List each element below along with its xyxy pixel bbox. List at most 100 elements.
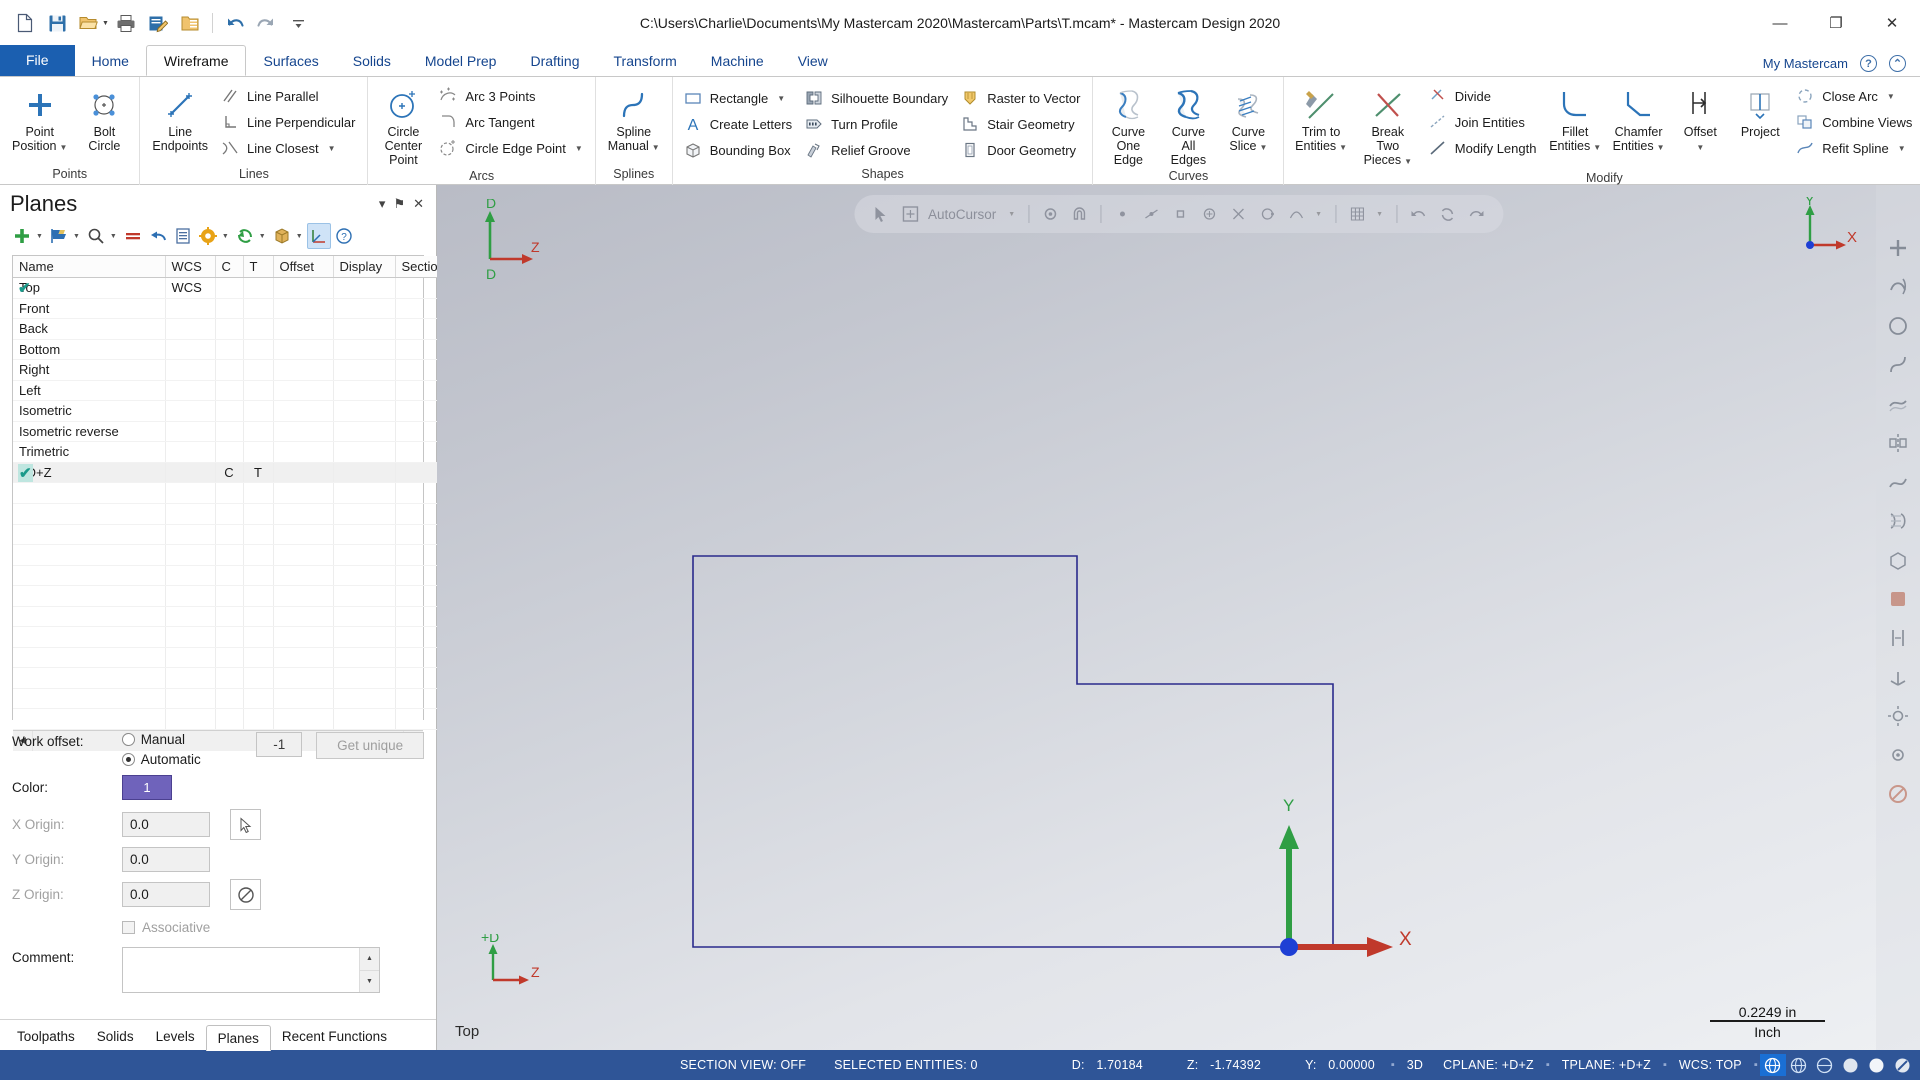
chevron-down-icon[interactable]: ▼: [652, 143, 660, 152]
column-header-offset[interactable]: Offset: [273, 256, 334, 278]
add-plane-icon[interactable]: [10, 223, 34, 249]
list-view-icon[interactable]: [171, 223, 195, 249]
plane-offset-cell[interactable]: [273, 462, 334, 483]
resize-grip-icon[interactable]: [1916, 1054, 1920, 1076]
work-offset-automatic-radio[interactable]: Automatic: [121, 752, 257, 767]
help-icon[interactable]: ?: [332, 223, 356, 249]
trim-to-entities-button[interactable]: Trim to Entities ▼: [1290, 82, 1351, 155]
bounding-box-button[interactable]: Bounding Box: [679, 137, 798, 163]
plane-name-cell[interactable]: Back: [13, 318, 166, 340]
plane-wcs-cell[interactable]: [165, 421, 216, 442]
minimize-button[interactable]: —: [1752, 3, 1808, 43]
blend-surface-icon[interactable]: [1883, 467, 1913, 497]
my-mastercam-link[interactable]: My Mastercam: [1763, 56, 1848, 71]
plane-offset-cell[interactable]: [273, 441, 334, 463]
mirror-view-icon[interactable]: [1883, 428, 1913, 458]
stair-geometry-button[interactable]: Stair Geometry: [956, 111, 1086, 137]
plane-name-cell[interactable]: Isometric reverse: [13, 421, 166, 442]
open-dropdown-icon[interactable]: ▼: [102, 20, 109, 27]
plane-wcs-cell[interactable]: [165, 441, 216, 463]
table-row[interactable]: Isometric reverse: [13, 421, 446, 442]
plane-c-cell[interactable]: [215, 400, 244, 422]
chevron-down-icon[interactable]: ▼: [296, 233, 303, 240]
dynamic-rotate-icon[interactable]: [1883, 272, 1913, 302]
status-cplane[interactable]: CPLANE: +D+Z: [1433, 1058, 1544, 1072]
axis-triad-icon[interactable]: [1883, 662, 1913, 692]
work-offset-manual-radio[interactable]: Manual: [121, 732, 257, 747]
plane-name-cell[interactable]: ✔ Top: [13, 277, 166, 299]
plane-offset-cell[interactable]: [273, 359, 334, 381]
turn-profile-button[interactable]: Turn Profile: [800, 111, 954, 137]
plane-offset-cell[interactable]: [273, 400, 334, 422]
plane-display-cell[interactable]: [333, 421, 396, 442]
plane-t-cell[interactable]: [243, 441, 274, 463]
line-closest-button[interactable]: Line Closest ▼: [216, 135, 361, 161]
door-geometry-button[interactable]: Door Geometry: [956, 137, 1086, 163]
chevron-down-icon[interactable]: ▼: [1339, 143, 1347, 152]
plane-wcs-cell[interactable]: [165, 380, 216, 401]
plane-c-cell[interactable]: [215, 421, 244, 442]
model-geometry[interactable]: [437, 185, 1920, 1050]
plane-offset-cell[interactable]: [273, 298, 334, 319]
chevron-down-icon[interactable]: ▼: [777, 94, 785, 103]
plane-t-cell[interactable]: [243, 359, 274, 381]
status-dimension-mode[interactable]: 3D: [1397, 1058, 1433, 1072]
plane-wcs-cell[interactable]: [165, 359, 216, 381]
plane-t-cell[interactable]: T: [243, 462, 274, 483]
plane-t-cell[interactable]: [243, 277, 274, 299]
chevron-down-icon[interactable]: ▼: [1898, 144, 1906, 153]
column-header-display[interactable]: Display: [333, 256, 396, 278]
tab-view[interactable]: View: [781, 46, 845, 76]
bolt-circle-button[interactable]: Bolt Circle: [75, 82, 133, 153]
line-endpoints-button[interactable]: Line Endpoints: [146, 82, 214, 153]
color-swatch-button[interactable]: 1: [122, 775, 172, 800]
project-button[interactable]: Project: [1731, 82, 1789, 139]
gear-settings-icon[interactable]: [1883, 740, 1913, 770]
table-row[interactable]: Bottom: [13, 339, 446, 360]
tab-model-prep[interactable]: Model Prep: [408, 46, 514, 76]
plane-wcs-cell[interactable]: [165, 298, 216, 319]
plane-display-cell[interactable]: [333, 359, 396, 381]
plane-name-cell[interactable]: Bottom: [13, 339, 166, 360]
edit-file-icon[interactable]: [143, 8, 173, 38]
spline-manual-button[interactable]: Spline Manual ▼: [602, 82, 666, 155]
spline-view-icon[interactable]: [1883, 350, 1913, 380]
plane-name-cell[interactable]: Isometric: [13, 400, 166, 422]
raster-to-vector-button[interactable]: Raster to Vector: [956, 85, 1086, 111]
divide-button[interactable]: Divide: [1424, 83, 1543, 109]
scroll-up-icon[interactable]: ▲: [360, 948, 379, 971]
plane-display-cell[interactable]: [333, 380, 396, 401]
chamfer-entities-button[interactable]: Chamfer Entities ▼: [1608, 82, 1669, 155]
planes-grid-empty-area[interactable]: [13, 483, 446, 730]
get-unique-button[interactable]: Get unique: [316, 732, 424, 759]
close-button[interactable]: ✕: [1864, 3, 1920, 43]
plane-c-cell[interactable]: [215, 298, 244, 319]
circle-edge-point-button[interactable]: Circle Edge Point ▼: [434, 135, 588, 161]
table-row[interactable]: Left: [13, 380, 446, 401]
ruled-surface-icon[interactable]: [1883, 506, 1913, 536]
panel-tab-toolpaths[interactable]: Toolpaths: [6, 1024, 86, 1050]
circle-center-point-button[interactable]: Circle Center Point: [374, 82, 432, 167]
chevron-down-icon[interactable]: ▼: [1404, 157, 1412, 166]
column-header-wcs[interactable]: WCS: [165, 256, 216, 278]
table-row[interactable]: Right: [13, 359, 446, 381]
panel-tab-recent-functions[interactable]: Recent Functions: [271, 1024, 398, 1050]
maximize-button[interactable]: ❐: [1808, 3, 1864, 43]
refit-spline-button[interactable]: Refit Spline ▼: [1791, 135, 1918, 161]
zoom-window-icon[interactable]: [1883, 311, 1913, 341]
chevron-down-icon[interactable]: ▼: [222, 233, 229, 240]
extrude-solid-icon[interactable]: [1883, 545, 1913, 575]
plane-offset-cell[interactable]: [273, 421, 334, 442]
plane-name-cell[interactable]: ✔ +D+Z: [13, 462, 166, 483]
table-row[interactable]: Front: [13, 298, 446, 319]
relief-groove-button[interactable]: Relief Groove: [800, 137, 954, 163]
plane-wcs-cell[interactable]: [165, 339, 216, 360]
chevron-down-icon[interactable]: ▼: [1887, 92, 1895, 101]
plane-name-cell[interactable]: Left: [13, 380, 166, 401]
sphere-slash-icon[interactable]: [1890, 1054, 1916, 1076]
plane-offset-cell[interactable]: [273, 277, 334, 299]
chevron-down-icon[interactable]: ▼: [36, 233, 43, 240]
save-icon[interactable]: [42, 8, 72, 38]
chevron-down-icon[interactable]: ▼: [575, 144, 583, 153]
column-header-name[interactable]: Name: [13, 256, 166, 278]
